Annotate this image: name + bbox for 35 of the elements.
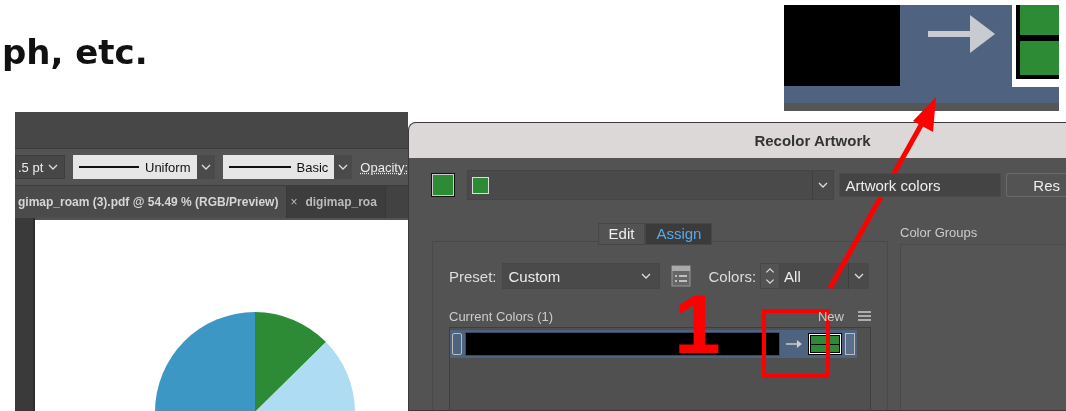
color-swatch bbox=[471, 176, 489, 194]
reset-button[interactable]: Res bbox=[1006, 173, 1066, 197]
menu-icon[interactable] bbox=[858, 311, 871, 321]
stroke-weight-field[interactable]: .5 pt bbox=[15, 155, 65, 179]
document-tab[interactable]: × digimap_roa bbox=[287, 186, 386, 218]
chevron-icon bbox=[854, 273, 865, 279]
brush-dropdown[interactable]: Basic bbox=[222, 155, 353, 179]
chevron-icon bbox=[817, 182, 828, 188]
chevron-icon bbox=[200, 164, 211, 170]
arrow-icon[interactable] bbox=[786, 340, 803, 348]
list-icon[interactable] bbox=[670, 265, 691, 287]
colors-count-field[interactable]: All bbox=[780, 263, 849, 289]
preset-dropdown[interactable]: Custom bbox=[501, 263, 660, 289]
current-colors-label: Current Colors (1) bbox=[449, 308, 554, 324]
annotation-number: 1 bbox=[674, 282, 721, 366]
color-groups-label: Color Groups bbox=[900, 225, 979, 239]
stroke-profile-dropdown[interactable]: Uniform bbox=[73, 155, 215, 179]
dialog-title: Recolor Artwork bbox=[754, 132, 871, 149]
dialog-tab[interactable]: Assign bbox=[645, 223, 713, 245]
opacity-link[interactable]: Opacity: bbox=[360, 159, 408, 175]
preset-label: Preset: bbox=[449, 267, 497, 285]
colors-dropdown[interactable] bbox=[848, 263, 870, 289]
color-swatch[interactable] bbox=[432, 174, 454, 196]
colors-label: Colors: bbox=[708, 267, 757, 285]
chevron-icon bbox=[48, 164, 58, 170]
chevron-icon bbox=[338, 164, 349, 170]
heading: ph, etc. bbox=[2, 32, 148, 72]
chevron-icon bbox=[640, 273, 651, 279]
drag-handle-icon[interactable] bbox=[452, 333, 462, 355]
dialog-tab[interactable]: Edit bbox=[597, 223, 646, 245]
swatch-dropdown[interactable] bbox=[845, 333, 855, 355]
color-group-name-field[interactable]: Artwork colors bbox=[838, 173, 1002, 197]
stepper-icon[interactable] bbox=[760, 263, 781, 289]
color-group-dropdown[interactable] bbox=[466, 170, 834, 200]
document-tab[interactable]: gimap_roam (3).pdf @ 54.49 % (RGB/Preview) bbox=[15, 186, 288, 218]
